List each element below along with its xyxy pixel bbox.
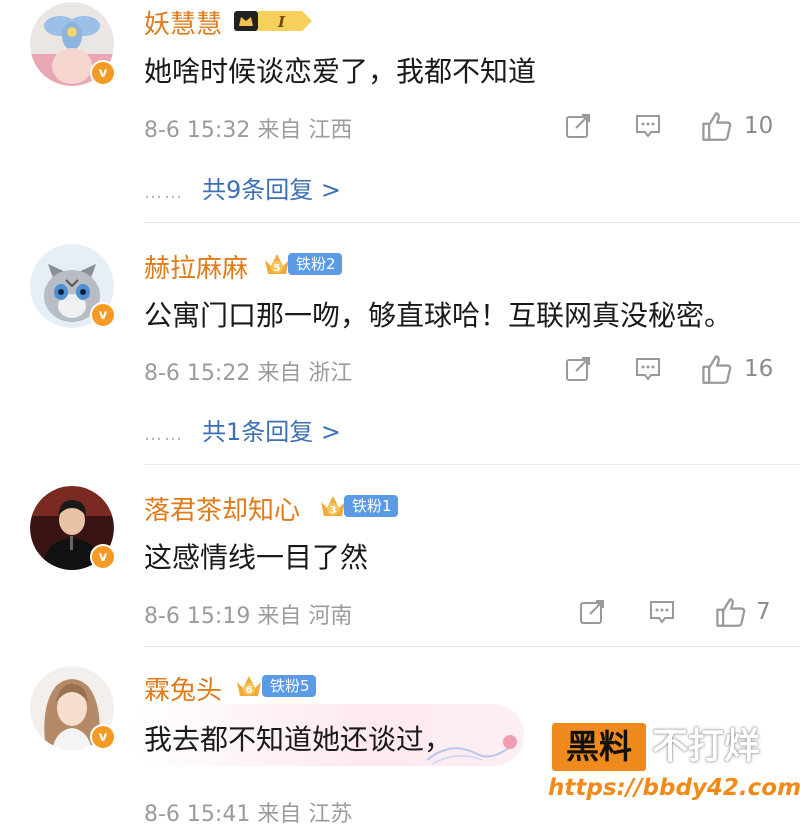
crown-level: 6 — [246, 685, 253, 696]
username[interactable]: 落君茶却知心 — [144, 490, 300, 527]
divider — [144, 222, 800, 223]
comment-meta: 8-6 15:32 来自 江西 — [144, 112, 352, 144]
replies-label: 共9条回复 > — [202, 176, 342, 204]
replies-dots: …… — [144, 182, 184, 203]
comment-location: 河南 — [308, 604, 353, 629]
share-icon[interactable] — [578, 598, 606, 626]
watermark-url: https://bbdy42.com — [548, 775, 800, 801]
replies-dots: …… — [144, 424, 184, 445]
username[interactable]: 赫拉麻麻 — [144, 248, 248, 285]
medal-icon: I — [234, 11, 312, 31]
comment-meta: 8-6 15:41 来自 江苏 — [144, 796, 352, 828]
replies-label: 共1条回复 > — [202, 418, 342, 446]
comment-text: 公寓门口那一吻，够直球哈！互联网真没秘密。 — [144, 299, 733, 332]
username[interactable]: 妖慧慧 — [144, 4, 222, 41]
comment-date: 8-6 15:22 — [144, 361, 251, 386]
comment-source: 来自 — [257, 604, 302, 629]
view-replies-link[interactable]: …… 共9条回复 > — [144, 170, 341, 205]
fan-badge: 铁粉5 — [262, 675, 316, 697]
share-icon[interactable] — [564, 355, 592, 383]
avatar[interactable]: v — [30, 666, 116, 750]
share-icon[interactable] — [564, 112, 592, 140]
comment-source: 来自 — [257, 361, 302, 386]
fan-badge: 铁粉2 — [288, 253, 342, 275]
comment-date: 8-6 15:41 — [144, 802, 251, 827]
divider — [144, 646, 800, 647]
verified-icon: v — [90, 544, 116, 570]
comment-date: 8-6 15:19 — [144, 604, 251, 629]
like-icon[interactable] — [700, 110, 732, 142]
comment-location: 江苏 — [308, 802, 353, 827]
watermark-side-text: 不打烊 — [652, 726, 761, 767]
comment-icon[interactable] — [634, 355, 662, 383]
comment-location: 浙江 — [308, 361, 353, 386]
avatar[interactable]: v — [30, 2, 116, 86]
comment-text: 她啥时候谈恋爱了，我都不知道 — [144, 55, 537, 88]
comment-location: 江西 — [308, 118, 353, 143]
watermark: 黑料 不打烊 https://bbdy42.com — [548, 723, 800, 823]
comment-source: 来自 — [257, 118, 302, 143]
crown-icon: 6 — [237, 676, 261, 696]
fan-badge: 铁粉1 — [344, 495, 398, 517]
comment-text: 这感情线一目了然 — [144, 541, 369, 574]
comment-source: 来自 — [257, 802, 302, 827]
crown-level: 5 — [274, 263, 281, 274]
comment-meta: 8-6 15:22 来自 浙江 — [144, 355, 352, 387]
crown-level: 3 — [330, 505, 337, 516]
comment-text: 我去都不知道她还谈过， — [144, 723, 453, 756]
like-icon[interactable] — [700, 353, 732, 385]
comment-date: 8-6 15:32 — [144, 118, 251, 143]
like-count: 7 — [756, 599, 771, 625]
avatar[interactable]: v — [30, 486, 116, 570]
like-count: 10 — [744, 113, 774, 139]
medal-label: I — [277, 13, 286, 31]
comment-meta: 8-6 15:19 来自 河南 — [144, 598, 352, 630]
verified-icon: v — [90, 60, 116, 86]
comment-icon[interactable] — [634, 112, 662, 140]
view-replies-link[interactable]: …… 共1条回复 > — [144, 412, 341, 447]
like-icon[interactable] — [714, 596, 746, 628]
comment-icon[interactable] — [648, 598, 676, 626]
verified-icon: v — [90, 724, 116, 750]
watermark-box: 黑料 — [552, 723, 646, 771]
verified-icon: v — [90, 302, 116, 328]
like-count: 16 — [744, 356, 774, 382]
username[interactable]: 霖兔头 — [144, 670, 222, 707]
divider — [144, 464, 800, 465]
avatar[interactable]: v — [30, 244, 116, 328]
